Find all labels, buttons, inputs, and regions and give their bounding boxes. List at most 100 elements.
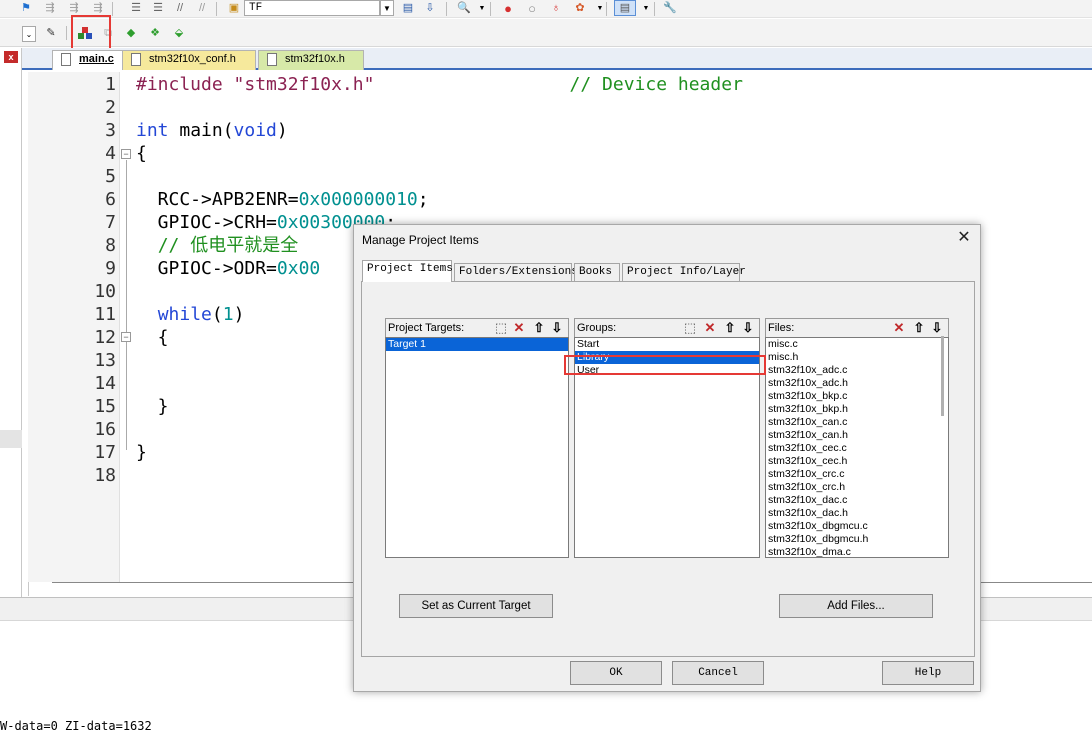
tab-books[interactable]: Books — [574, 263, 620, 281]
code-line[interactable]: { — [136, 142, 147, 165]
uncomment-icon[interactable]: // — [194, 1, 210, 15]
code-line[interactable]: GPIOC->ODR=0x00 — [136, 257, 321, 280]
tab-project-items[interactable]: Project Items — [362, 260, 453, 282]
wrench-icon[interactable]: 🔧 — [662, 1, 678, 15]
new-icon[interactable]: ⬚ — [681, 320, 699, 336]
search-icon[interactable]: 🔍 — [456, 1, 472, 15]
file-item[interactable]: stm32f10x_can.h — [766, 429, 948, 442]
chevron-down-icon[interactable]: ⌄ — [22, 26, 36, 42]
file-item[interactable]: stm32f10x_dma.c — [766, 546, 948, 557]
line-number: 16 — [94, 419, 116, 440]
project-targets-list[interactable]: Target 1 — [385, 337, 569, 558]
tab-stm32f10x-conf-h[interactable]: stm32f10x_conf.h — [122, 50, 256, 70]
line-number: 11 — [94, 304, 116, 325]
code-line[interactable]: int main(void) — [136, 119, 288, 142]
seq-icon[interactable]: ⇶ — [42, 1, 58, 15]
delete-icon[interactable]: ✕ — [701, 320, 719, 336]
delete-icon[interactable]: ✕ — [510, 320, 528, 336]
comment-icon[interactable]: // — [172, 1, 188, 15]
help-button[interactable]: Help — [882, 661, 974, 685]
project-targets-group: Project Targets: ⬚ ✕ ⇧ ⇩ Target 1 — [385, 318, 569, 558]
code-line[interactable]: } — [136, 395, 169, 418]
find-icon[interactable]: ⇩ — [422, 1, 438, 15]
file-item[interactable]: misc.h — [766, 351, 948, 364]
file-item[interactable]: stm32f10x_dbgmcu.c — [766, 520, 948, 533]
groups-label: Groups: — [577, 322, 617, 334]
file-item[interactable]: stm32f10x_crc.c — [766, 468, 948, 481]
highlight-box — [564, 355, 766, 375]
code-line[interactable]: #include "stm32f10x.h" // Device header — [136, 73, 743, 96]
cancel-button[interactable]: Cancel — [672, 661, 764, 685]
move-up-icon[interactable]: ⇧ — [721, 320, 739, 336]
file-item[interactable]: stm32f10x_bkp.h — [766, 403, 948, 416]
seq-icon[interactable]: ⇶ — [66, 1, 82, 15]
flag-icon[interactable]: ⚑ — [18, 1, 34, 15]
chevron-down-icon[interactable]: ▼ — [380, 0, 394, 16]
tab-folders-extensions[interactable]: Folders/Extensions — [454, 263, 578, 281]
unindent-icon[interactable]: ☰ — [150, 1, 166, 15]
close-icon[interactable]: ✕ — [956, 230, 972, 246]
set-current-target-button[interactable]: Set as Current Target — [399, 594, 553, 618]
file-item[interactable]: stm32f10x_adc.c — [766, 364, 948, 377]
new-icon[interactable]: ⬚ — [492, 320, 510, 336]
chevron-down-icon[interactable]: ▼ — [638, 1, 654, 15]
file-item[interactable]: stm32f10x_cec.c — [766, 442, 948, 455]
manage-runtime-icon[interactable]: ❖ — [147, 26, 163, 40]
files-scrollbar[interactable] — [941, 336, 944, 416]
seq-icon[interactable]: ⇶ — [90, 1, 106, 15]
file-icon — [131, 53, 141, 66]
tab-project-info-layer[interactable]: Project Info/Layer — [622, 263, 746, 281]
breakpoint-icon[interactable]: ● — [500, 1, 516, 15]
file-item[interactable]: stm32f10x_bkp.c — [766, 390, 948, 403]
fold-toggle-icon[interactable]: − — [121, 332, 131, 342]
move-up-icon[interactable]: ⇧ — [530, 320, 548, 336]
line-number: 18 — [94, 465, 116, 486]
move-down-icon[interactable]: ⇩ — [548, 320, 566, 336]
add-files-button[interactable]: Add Files... — [779, 594, 933, 618]
files-list[interactable]: misc.c misc.h stm32f10x_adc.c stm32f10x_adc… — [765, 337, 949, 558]
code-line[interactable]: { — [136, 326, 169, 349]
tab-stm32f10x-h[interactable]: stm32f10x.h — [258, 50, 364, 70]
file-item[interactable]: stm32f10x_dbgmcu.h — [766, 533, 948, 546]
move-down-icon[interactable]: ⇩ — [928, 320, 946, 336]
wand-icon[interactable]: ✎ — [43, 26, 59, 40]
select-packs-icon[interactable]: ◆ — [123, 26, 139, 40]
code-line[interactable]: // 低电平就是全 — [136, 234, 299, 257]
file-item[interactable]: stm32f10x_can.c — [766, 416, 948, 429]
file-item[interactable]: stm32f10x_dac.c — [766, 494, 948, 507]
indent-icon[interactable]: ☰ — [128, 1, 144, 15]
file-item[interactable]: stm32f10x_adc.h — [766, 377, 948, 390]
delete-icon[interactable]: ✕ — [890, 320, 908, 336]
line-number: 13 — [94, 350, 116, 371]
groups-header: Groups: ⬚ ✕ ⇧ ⇩ — [574, 318, 760, 337]
file-item[interactable]: misc.c — [766, 338, 948, 351]
line-number: 4 — [105, 143, 116, 164]
group-item[interactable]: Start — [575, 338, 759, 351]
breakpoint-disable-icon[interactable]: ○ — [524, 1, 540, 15]
fold-toggle-icon[interactable]: − — [121, 149, 131, 159]
move-up-icon[interactable]: ⇧ — [910, 320, 928, 336]
line-number: 7 — [105, 212, 116, 233]
toolbar-build: ⌄ ✎ ⧉ ◆ ❖ ⬙ — [0, 19, 1092, 47]
settings-icon[interactable]: ✿ — [572, 1, 588, 15]
code-line[interactable]: } — [136, 441, 147, 464]
target-item[interactable]: Target 1 — [386, 338, 568, 351]
breakpoint-kill-icon[interactable]: ♁ — [548, 1, 564, 15]
close-icon[interactable]: x — [4, 51, 18, 63]
run-environment-icon[interactable]: ⬙ — [171, 26, 187, 40]
file-item[interactable]: stm32f10x_crc.h — [766, 481, 948, 494]
line-number: 9 — [105, 258, 116, 279]
file-item[interactable]: stm32f10x_cec.h — [766, 455, 948, 468]
ok-button[interactable]: OK — [570, 661, 662, 685]
view-icon[interactable]: ▤ — [614, 0, 636, 16]
target-combo[interactable]: TF — [244, 0, 380, 16]
dialog-title: Manage Project Items — [362, 233, 479, 247]
find-in-files-icon[interactable]: ▤ — [400, 1, 416, 15]
move-down-icon[interactable]: ⇩ — [739, 320, 757, 336]
code-line[interactable]: while(1) — [136, 303, 245, 326]
code-line[interactable]: RCC->APB2ENR=0x000000010; — [136, 188, 429, 211]
file-item[interactable]: stm32f10x_dac.h — [766, 507, 948, 520]
project-window-icon[interactable]: ▣ — [226, 1, 242, 15]
chevron-down-icon[interactable]: ▼ — [474, 1, 490, 15]
panel-scroll-area — [0, 430, 22, 448]
